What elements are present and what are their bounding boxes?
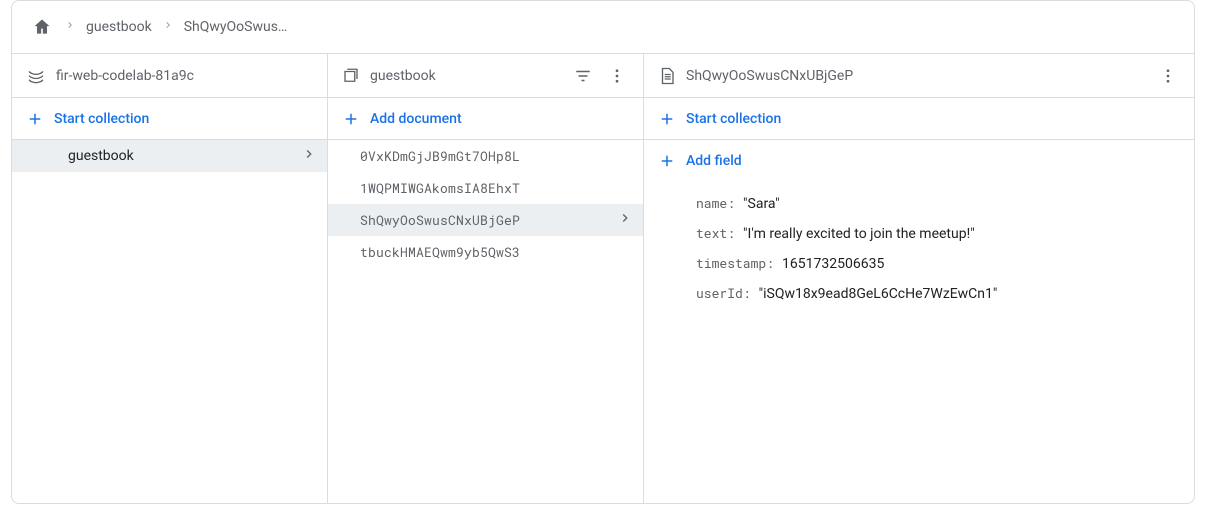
field-value: "iSQw18x9ead8GeL6CcHe7WzEwCn1" — [759, 286, 998, 302]
document-list-item[interactable]: 1WQPMIWGAkomsIA8EhxT — [328, 172, 643, 204]
documents-list: 0VxKDmGjJB9mGt7OHp8L 1WQPMIWGAkomsIA8EhxT… — [328, 140, 643, 503]
add-document-label: Add document — [370, 111, 462, 127]
document-id-label: ShQwyOoSwusCNxUBjGeP — [360, 211, 520, 229]
document-list-item[interactable]: 0VxKDmGjJB9mGt7OHp8L — [328, 140, 643, 172]
field-row[interactable]: userId "iSQw18x9ead8GeL6CcHe7WzEwCn1" — [644, 278, 1194, 308]
chevron-right-icon — [301, 146, 317, 166]
root-column: fir-web-codelab-81a9c Start collection g… — [12, 54, 328, 503]
filter-icon[interactable] — [571, 64, 595, 88]
home-icon[interactable] — [30, 15, 54, 39]
collection-icon — [342, 67, 360, 85]
field-key: text — [696, 224, 735, 242]
document-column: ShQwyOoSwusCNxUBjGeP Start collection Ad… — [644, 54, 1194, 503]
database-icon — [26, 66, 46, 86]
add-field-label: Add field — [686, 153, 742, 169]
sidebar-item-collection[interactable]: guestbook — [12, 140, 327, 172]
start-collection-label: Start collection — [54, 111, 149, 127]
collection-header: guestbook — [328, 54, 643, 98]
field-row[interactable]: name "Sara" — [644, 188, 1194, 218]
plus-icon — [658, 110, 676, 128]
collection-name: guestbook — [370, 68, 436, 84]
plus-icon — [658, 152, 676, 170]
chevron-right-icon — [64, 19, 76, 35]
breadcrumb-collection[interactable]: guestbook — [86, 19, 152, 35]
more-vert-icon[interactable] — [1156, 64, 1180, 88]
more-vert-icon[interactable] — [605, 64, 629, 88]
field-value: "I'm really excited to join the meetup!" — [743, 226, 975, 242]
field-key: timestamp — [696, 254, 774, 272]
document-id: ShQwyOoSwusCNxUBjGeP — [686, 68, 853, 84]
document-list-item[interactable]: tbuckHMAEQwm9yb5QwS3 — [328, 236, 643, 268]
breadcrumb-document: ShQwyOoSwus… — [184, 19, 288, 35]
field-key: name — [696, 194, 735, 212]
root-project-id: fir-web-codelab-81a9c — [56, 68, 194, 84]
collections-list: guestbook — [12, 140, 327, 503]
document-header: ShQwyOoSwusCNxUBjGeP — [644, 54, 1194, 98]
add-document-button[interactable]: Add document — [328, 98, 643, 140]
chevron-right-icon — [162, 19, 174, 35]
plus-icon — [342, 110, 360, 128]
start-collection-button[interactable]: Start collection — [644, 98, 1194, 140]
collection-label: guestbook — [68, 148, 134, 164]
document-id-label: 0VxKDmGjJB9mGt7OHp8L — [360, 147, 520, 165]
chevron-right-icon — [617, 210, 633, 230]
add-field-button[interactable]: Add field — [644, 140, 1194, 182]
document-id-label: tbuckHMAEQwm9yb5QwS3 — [360, 243, 520, 261]
document-icon — [658, 67, 676, 85]
field-row[interactable]: text "I'm really excited to join the meet… — [644, 218, 1194, 248]
field-value: 1651732506635 — [782, 256, 884, 272]
field-value: "Sara" — [743, 196, 780, 212]
fields-list: name "Sara" text "I'm really excited to joi… — [644, 182, 1194, 308]
start-collection-button[interactable]: Start collection — [12, 98, 327, 140]
start-collection-label: Start collection — [686, 111, 781, 127]
document-list-item[interactable]: ShQwyOoSwusCNxUBjGeP — [328, 204, 643, 236]
root-header: fir-web-codelab-81a9c — [12, 54, 327, 98]
document-id-label: 1WQPMIWGAkomsIA8EhxT — [360, 179, 520, 197]
field-key: userId — [696, 284, 751, 302]
breadcrumb: guestbook ShQwyOoSwus… — [12, 1, 1194, 54]
field-row[interactable]: timestamp 1651732506635 — [644, 248, 1194, 278]
collection-column: guestbook Add document 0VxKDmGjJB9mGt7OH… — [328, 54, 644, 503]
plus-icon — [26, 110, 44, 128]
